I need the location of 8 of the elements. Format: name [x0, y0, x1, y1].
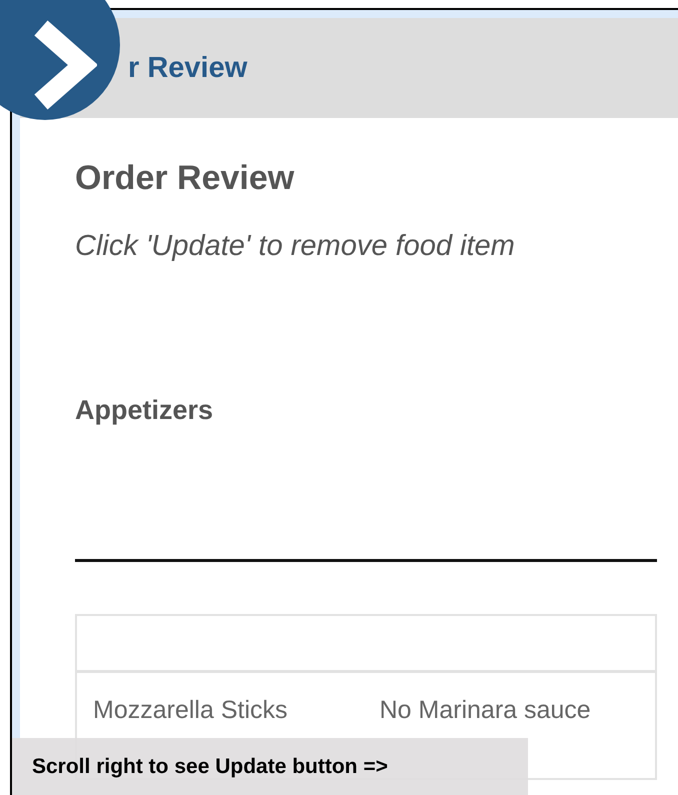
section-title: Appetizers: [75, 394, 214, 426]
table-cell: No Marinara sauce: [380, 695, 591, 725]
page-title: Order Review: [75, 158, 294, 198]
chevron-right-icon: [33, 20, 97, 110]
header-title: r Review: [128, 52, 248, 84]
instruction-text: Click 'Update' to remove food item: [75, 229, 515, 264]
table-cell: Mozzarella Sticks: [93, 695, 288, 725]
hint-text: Scroll right to see Update button =>: [32, 754, 388, 778]
